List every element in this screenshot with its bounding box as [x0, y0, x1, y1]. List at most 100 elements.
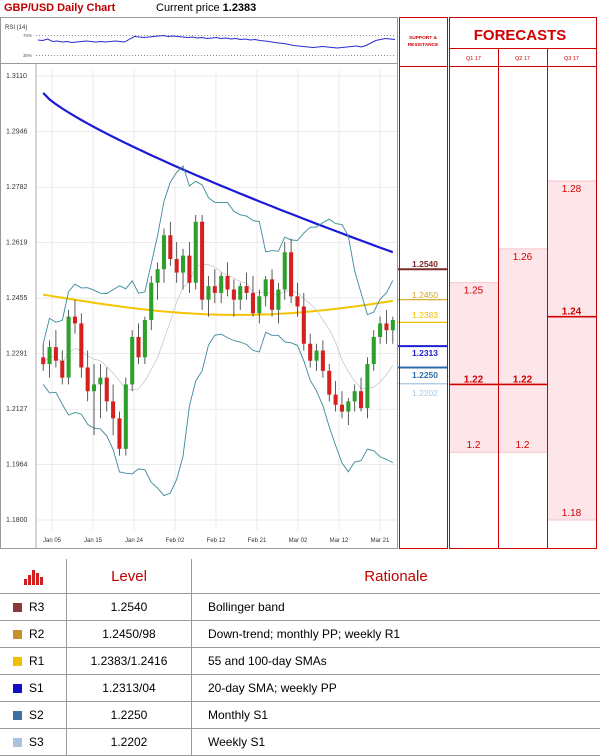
candle-body	[346, 401, 350, 411]
candle-body	[156, 269, 160, 283]
candle-body	[111, 401, 115, 418]
level-name: R3	[29, 600, 44, 614]
forecast-column: Q3 171.281.241.18	[548, 48, 597, 548]
y-tick-label: 1.2455	[6, 295, 28, 302]
rsi-lower-label: 30%	[23, 53, 32, 58]
bollinger-upper-line	[43, 166, 393, 344]
rsi-label: RSI (14)	[5, 25, 27, 31]
candle-body	[137, 337, 141, 357]
x-tick-label: Jan 24	[125, 538, 144, 544]
candle	[384, 310, 388, 344]
rsi-upper-label: 70%	[23, 33, 32, 38]
candle-body	[213, 286, 217, 293]
levels-table-body: R31.2540Bollinger bandR21.2450/98Down-tr…	[0, 594, 600, 756]
candle-body	[98, 378, 102, 385]
sma-200-line	[43, 93, 393, 252]
candle-body	[302, 306, 306, 343]
candle-body	[270, 279, 274, 310]
candle-body	[365, 364, 369, 408]
level-value: 1.2250	[67, 702, 192, 729]
level-value: 1.2450/98	[67, 621, 192, 648]
candle-body	[384, 323, 388, 330]
forecast-high-label: 1.26	[513, 252, 533, 263]
forecast-range-box	[450, 283, 498, 452]
forecast-low-label: 1.2	[516, 440, 530, 451]
level-label: 1.2202	[412, 388, 438, 398]
sma-55-line	[43, 295, 393, 315]
forecasts-panel: FORECASTS Q1 171.251.221.2Q2 171.261.221…	[449, 18, 597, 549]
level-markers: 1.25401.24501.23831.23131.22501.2202	[398, 259, 447, 398]
candle-body	[187, 256, 191, 283]
chart-frame	[1, 18, 398, 549]
candle	[340, 391, 344, 418]
row-name-cell: S1	[0, 675, 67, 702]
candle-body	[359, 391, 363, 408]
y-tick-label: 1.1800	[6, 517, 28, 524]
x-tick-label: Feb 02	[166, 538, 185, 544]
level-name: S3	[29, 735, 44, 749]
candle	[137, 323, 141, 364]
candle	[289, 239, 293, 303]
level-name: R1	[29, 654, 44, 668]
candle-body	[353, 391, 357, 401]
candle	[86, 351, 90, 402]
level-value: 1.2202	[67, 729, 192, 756]
x-tick-label: Mar 12	[330, 538, 349, 544]
table-header-rationale: Rationale	[192, 559, 600, 594]
table-row: S21.2250Monthly S1	[0, 702, 600, 729]
candle-body	[251, 293, 255, 313]
sma-20-line	[43, 264, 393, 390]
x-tick-label: Mar 02	[289, 538, 308, 544]
candle-body	[257, 296, 261, 313]
row-name-cell: R2	[0, 621, 67, 648]
candle	[226, 262, 230, 296]
level-value: 1.2313/04	[67, 675, 192, 702]
candle	[111, 384, 115, 435]
candle	[194, 215, 198, 290]
candle	[60, 351, 64, 385]
indicator-lines	[43, 93, 393, 496]
candle	[162, 229, 166, 283]
candle	[321, 340, 325, 377]
candle-body	[162, 235, 166, 269]
table-header-icon-cell	[0, 559, 67, 594]
y-tick-label: 1.2127	[6, 406, 28, 413]
forecast-mid-label: 1.24	[562, 307, 582, 318]
row-name-cell: R1	[0, 648, 67, 675]
rsi-panel: RSI (14) 70% 30%	[5, 25, 395, 58]
level-rationale: 55 and 100-day SMAs	[192, 648, 600, 675]
candles	[41, 215, 395, 456]
forecast-column: Q1 171.251.221.2	[450, 56, 498, 452]
candle	[149, 276, 153, 330]
candle-body	[245, 286, 249, 293]
candle-body	[226, 276, 230, 290]
candle	[353, 384, 357, 411]
candle	[41, 344, 45, 371]
level-name: S2	[29, 708, 44, 722]
x-tick-label: Feb 12	[207, 538, 226, 544]
forecast-mid-label: 1.22	[464, 374, 484, 385]
forecast-range-box	[548, 181, 596, 520]
candle-body	[130, 337, 134, 384]
candle	[187, 242, 191, 293]
candle	[79, 313, 83, 377]
forecast-low-label: 1.2	[467, 440, 481, 451]
candle	[200, 215, 204, 310]
candle	[257, 290, 261, 324]
x-tick-label: Jan 05	[43, 538, 62, 544]
candle-body	[276, 290, 280, 310]
candle-body	[219, 276, 223, 293]
candle-body	[124, 384, 128, 448]
level-value: 1.2383/1.2416	[67, 648, 192, 675]
candle	[117, 412, 121, 456]
candle	[232, 279, 236, 316]
candle-body	[321, 351, 325, 371]
candle	[245, 273, 249, 300]
level-rationale: Down-trend; monthly PP; weekly R1	[192, 621, 600, 648]
x-tick-label: Jan 15	[84, 538, 103, 544]
level-value: 1.2540	[67, 594, 192, 621]
x-tick-label: Mar 21	[371, 538, 390, 544]
forecast-columns: Q1 171.251.221.2Q2 171.261.221.2Q3 171.2…	[450, 48, 596, 548]
forecast-column-title: Q2 17	[515, 56, 530, 62]
forecast-high-label: 1.25	[464, 286, 484, 297]
